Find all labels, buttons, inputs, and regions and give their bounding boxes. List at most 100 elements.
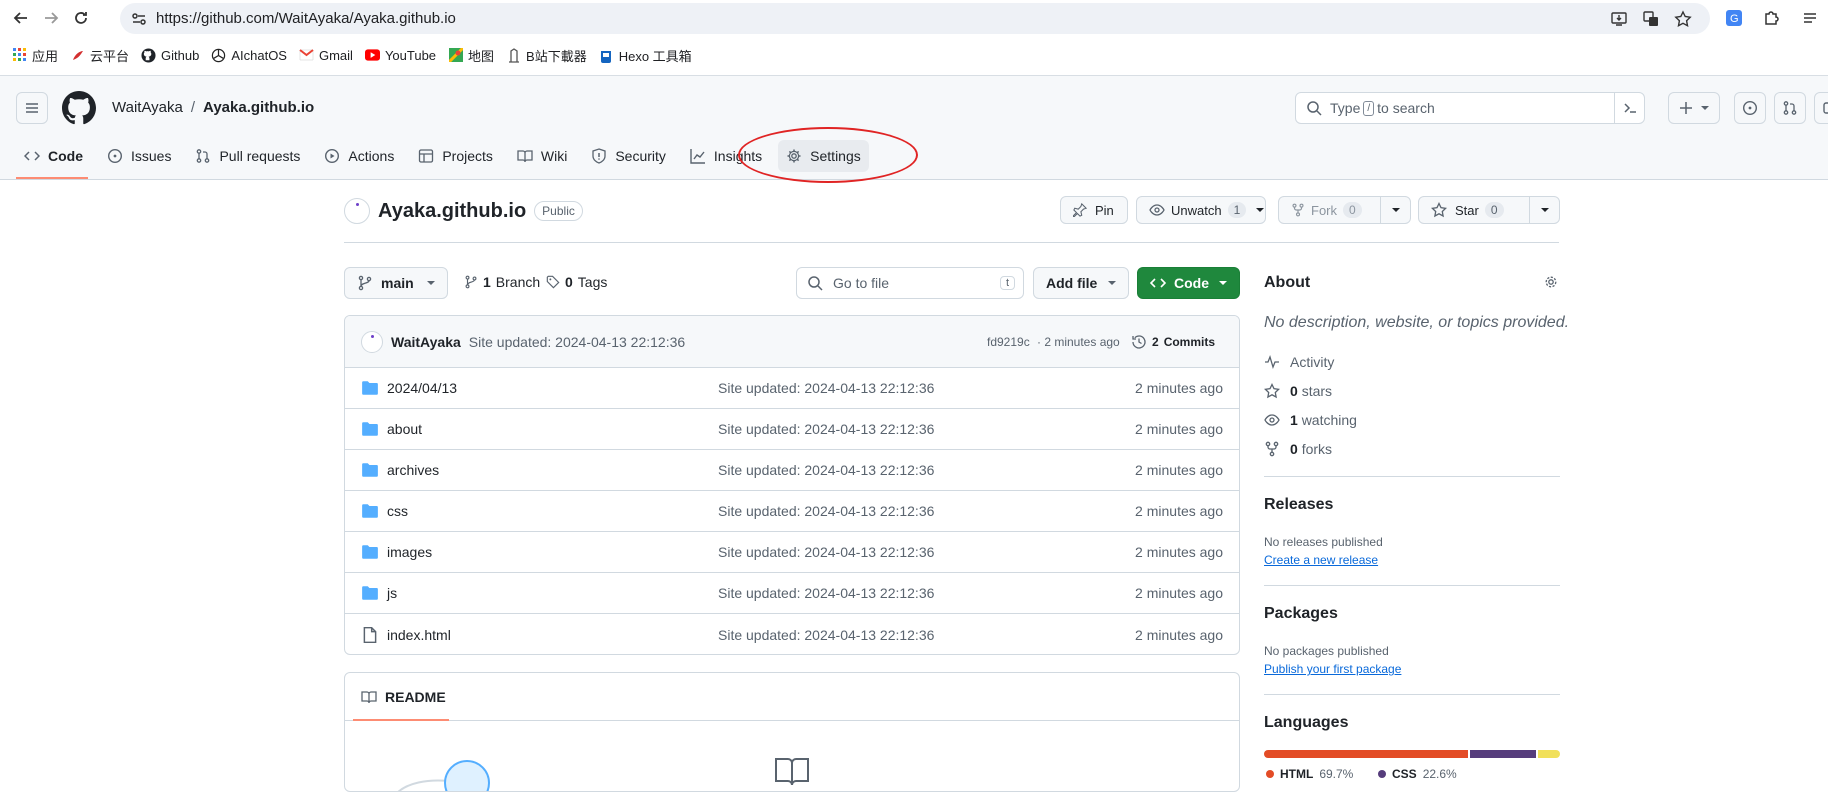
graph-icon [690, 149, 705, 164]
tab-issues[interactable]: Issues [99, 140, 179, 172]
command-palette-button[interactable] [1614, 93, 1644, 123]
breadcrumb-owner[interactable]: WaitAyaka [112, 99, 183, 116]
create-new-button[interactable] [1668, 92, 1720, 124]
publish-package-link[interactable]: Publish your first package [1264, 662, 1401, 676]
fork-button[interactable]: Fork 0 [1278, 196, 1411, 224]
tags-link[interactable]: 0 Tags [546, 274, 607, 290]
readme-tab[interactable]: README [345, 673, 1239, 721]
reload-button[interactable] [66, 6, 96, 30]
code-button[interactable]: Code [1137, 267, 1240, 299]
forward-button[interactable] [36, 6, 66, 30]
file-name[interactable]: 2024/04/13 [387, 380, 457, 396]
gear-icon[interactable] [1543, 274, 1559, 290]
language-bar-segment[interactable] [1264, 750, 1468, 758]
file-row[interactable]: images Site updated: 2024-04-13 22:12:36… [345, 532, 1239, 573]
tab-pull-requests[interactable]: Pull requests [187, 140, 308, 172]
commit-message[interactable]: Site updated: 2024-04-13 22:12:36 [469, 334, 685, 350]
file-row[interactable]: about Site updated: 2024-04-13 22:12:36 … [345, 409, 1239, 450]
branch-selector[interactable]: main [344, 267, 448, 299]
branches-link[interactable]: 1 Branch [464, 274, 540, 290]
file-name[interactable]: index.html [387, 627, 451, 643]
history-icon [1132, 334, 1146, 349]
issues-button[interactable] [1734, 92, 1766, 124]
profile-menu-icon[interactable] [1800, 8, 1820, 28]
bookmark-apps[interactable]: 应用 [12, 44, 58, 66]
file-commit-message[interactable]: Site updated: 2024-04-13 22:12:36 [718, 421, 934, 437]
maps-icon [448, 48, 463, 63]
packages-heading[interactable]: Packages [1264, 605, 1338, 623]
bookmark-bilibili-downloader[interactable]: B站下載器 [506, 44, 587, 66]
file-name[interactable]: images [387, 544, 432, 560]
file-commit-time: 2 minutes ago [1135, 585, 1223, 601]
file-commit-message[interactable]: Site updated: 2024-04-13 22:12:36 [718, 544, 934, 560]
site-info-icon[interactable] [130, 10, 148, 28]
repo-name[interactable]: Ayaka.github.io [378, 200, 526, 223]
search-input[interactable]: Type / to search [1295, 92, 1645, 124]
bookmark-github[interactable]: Github [141, 44, 199, 66]
forks-link[interactable]: 0 forks [1264, 441, 1332, 457]
file-commit-message[interactable]: Site updated: 2024-04-13 22:12:36 [718, 503, 934, 519]
chevron-down-icon [1108, 281, 1116, 285]
file-name[interactable]: archives [387, 462, 439, 478]
global-nav-menu-button[interactable] [16, 92, 48, 124]
tab-projects[interactable]: Projects [410, 140, 501, 172]
activity-link[interactable]: Activity [1264, 354, 1334, 370]
bookmark-maps[interactable]: 地图 [448, 44, 494, 66]
file-commit-message[interactable]: Site updated: 2024-04-13 22:12:36 [718, 380, 934, 396]
extensions-puzzle-icon[interactable] [1762, 8, 1782, 28]
translate-icon[interactable] [1642, 10, 1660, 28]
bookmark-gmail[interactable]: Gmail [299, 44, 353, 66]
owner-avatar[interactable] [344, 198, 370, 224]
google-translate-extension-icon[interactable]: G [1724, 8, 1744, 28]
star-button[interactable]: Star 0 [1418, 196, 1560, 224]
tab-actions[interactable]: Actions [316, 140, 402, 172]
sidebar-divider [1264, 585, 1560, 586]
file-commit-message[interactable]: Site updated: 2024-04-13 22:12:36 [718, 462, 934, 478]
go-to-file-input[interactable]: Go to file t [796, 267, 1024, 299]
commit-author[interactable]: WaitAyaka [391, 334, 461, 350]
file-row[interactable]: archives Site updated: 2024-04-13 22:12:… [345, 450, 1239, 491]
pin-button[interactable]: Pin [1060, 196, 1128, 224]
language-bar-segment[interactable] [1537, 750, 1560, 758]
pull-requests-button[interactable] [1774, 92, 1806, 124]
bookmark-youtube[interactable]: YouTube [364, 44, 436, 66]
add-file-button[interactable]: Add file [1033, 267, 1129, 299]
bookmark-cloud-platform[interactable]: 云平台 [70, 44, 129, 66]
github-logo-icon[interactable] [62, 91, 96, 125]
fork-dropdown[interactable] [1380, 197, 1410, 223]
file-name[interactable]: about [387, 421, 422, 437]
address-bar[interactable]: https://github.com/WaitAyaka/Ayaka.githu… [120, 3, 1710, 34]
tab-wiki[interactable]: Wiki [509, 140, 575, 172]
file-row[interactable]: css Site updated: 2024-04-13 22:12:36 2 … [345, 491, 1239, 532]
stars-link[interactable]: 0 stars [1264, 383, 1332, 399]
file-name[interactable]: css [387, 503, 408, 519]
url-text[interactable]: https://github.com/WaitAyaka/Ayaka.githu… [156, 10, 456, 27]
unwatch-button[interactable]: Unwatch 1 [1136, 196, 1266, 224]
file-name[interactable]: js [387, 585, 397, 601]
tab-label: Pull requests [219, 148, 301, 164]
star-lists-dropdown[interactable] [1529, 197, 1559, 223]
bookmark-hexo[interactable]: Hexo 工具箱 [599, 44, 692, 66]
language-bar-segment[interactable] [1469, 750, 1536, 758]
file-row[interactable]: 2024/04/13 Site updated: 2024-04-13 22:1… [345, 368, 1239, 409]
file-row[interactable]: index.html Site updated: 2024-04-13 22:1… [345, 614, 1239, 654]
youtube-icon [364, 48, 380, 63]
watchers-link[interactable]: 1 watching [1264, 412, 1357, 428]
notifications-button[interactable] [1814, 92, 1828, 124]
chevron-down-icon [1540, 208, 1549, 212]
back-button[interactable] [6, 6, 36, 30]
tab-code[interactable]: Code [16, 140, 91, 172]
create-release-link[interactable]: Create a new release [1264, 553, 1378, 567]
file-commit-message[interactable]: Site updated: 2024-04-13 22:12:36 [718, 627, 934, 643]
tab-security[interactable]: Security [583, 140, 674, 172]
file-row[interactable]: js Site updated: 2024-04-13 22:12:36 2 m… [345, 573, 1239, 614]
file-commit-message[interactable]: Site updated: 2024-04-13 22:12:36 [718, 585, 934, 601]
bookmark-aichatos[interactable]: AIchatOS [211, 44, 287, 66]
install-app-icon[interactable] [1610, 10, 1628, 28]
breadcrumb-repo[interactable]: Ayaka.github.io [203, 99, 314, 116]
commit-sha[interactable]: fd9219c [987, 335, 1030, 349]
releases-heading[interactable]: Releases [1264, 496, 1333, 514]
commit-author-avatar[interactable] [361, 330, 383, 353]
commits-history-link[interactable]: 2 Commits [1131, 334, 1215, 350]
bookmark-star-icon[interactable] [1674, 10, 1692, 28]
